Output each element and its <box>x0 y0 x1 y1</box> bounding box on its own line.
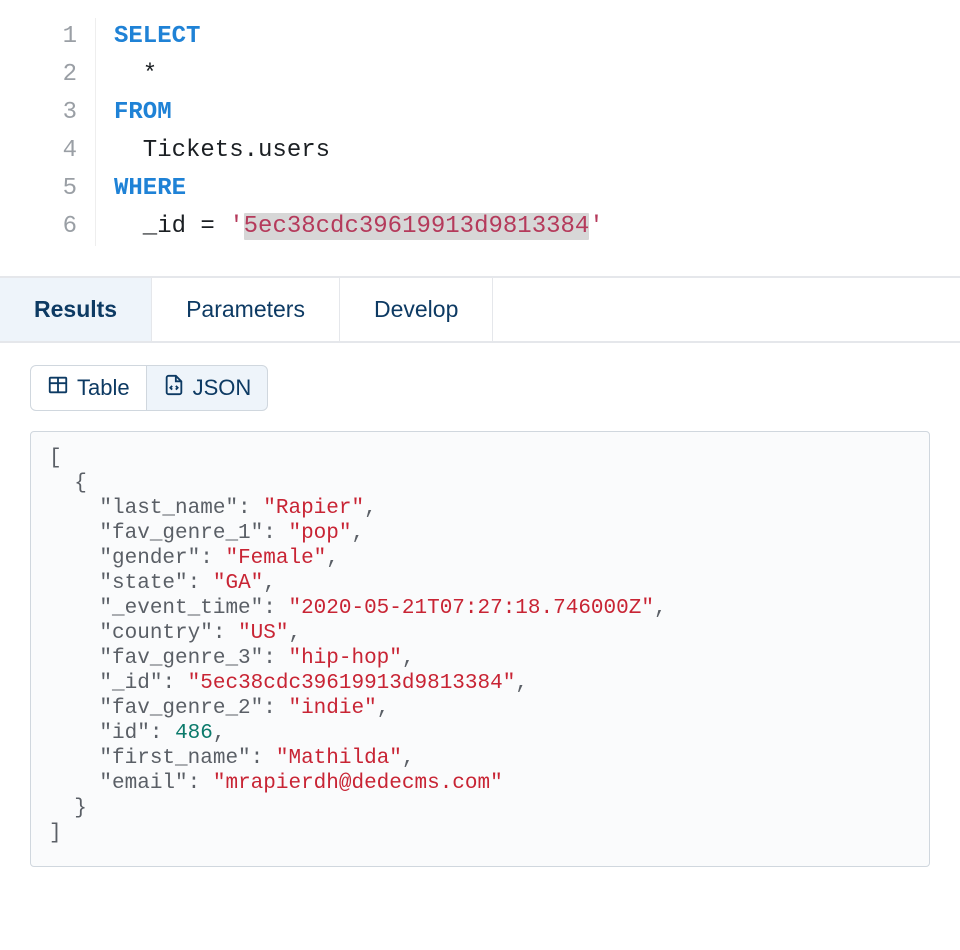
toggle-table[interactable]: Table <box>30 365 147 411</box>
string-quote-close: ' <box>589 213 603 240</box>
toggle-json[interactable]: JSON <box>146 365 269 411</box>
file-code-icon <box>163 374 185 402</box>
sql-code[interactable]: SELECT * FROM Tickets.users WHERE _id = … <box>96 18 604 246</box>
table-name: Tickets.users <box>143 137 330 164</box>
view-toggle-group: Table JSON <box>0 343 960 425</box>
line-number: 4 <box>0 132 77 170</box>
line-number: 1 <box>0 18 77 56</box>
table-icon <box>47 374 69 402</box>
keyword-select: SELECT <box>114 23 200 50</box>
tab-parameters[interactable]: Parameters <box>152 278 340 341</box>
keyword-from: FROM <box>114 99 172 126</box>
tab-develop[interactable]: Develop <box>340 278 493 341</box>
line-number: 3 <box>0 94 77 132</box>
tab-results[interactable]: Results <box>0 278 152 341</box>
line-number: 2 <box>0 56 77 94</box>
line-number: 6 <box>0 208 77 246</box>
select-star: * <box>143 61 157 88</box>
string-quote-open: ' <box>229 213 243 240</box>
where-value[interactable]: 5ec38cdc39619913d9813384 <box>244 213 590 240</box>
sql-editor[interactable]: 1 2 3 4 5 6 SELECT * FROM Tickets.users … <box>0 0 960 276</box>
where-field: _id <box>143 213 186 240</box>
keyword-where: WHERE <box>114 175 186 202</box>
result-tabs: Results Parameters Develop <box>0 276 960 343</box>
line-gutter: 1 2 3 4 5 6 <box>0 18 96 246</box>
line-number: 5 <box>0 170 77 208</box>
toggle-json-label: JSON <box>193 375 252 401</box>
eq-sign: = <box>186 213 229 240</box>
toggle-table-label: Table <box>77 375 130 401</box>
json-output[interactable]: [ { "last_name": "Rapier", "fav_genre_1"… <box>30 431 930 867</box>
